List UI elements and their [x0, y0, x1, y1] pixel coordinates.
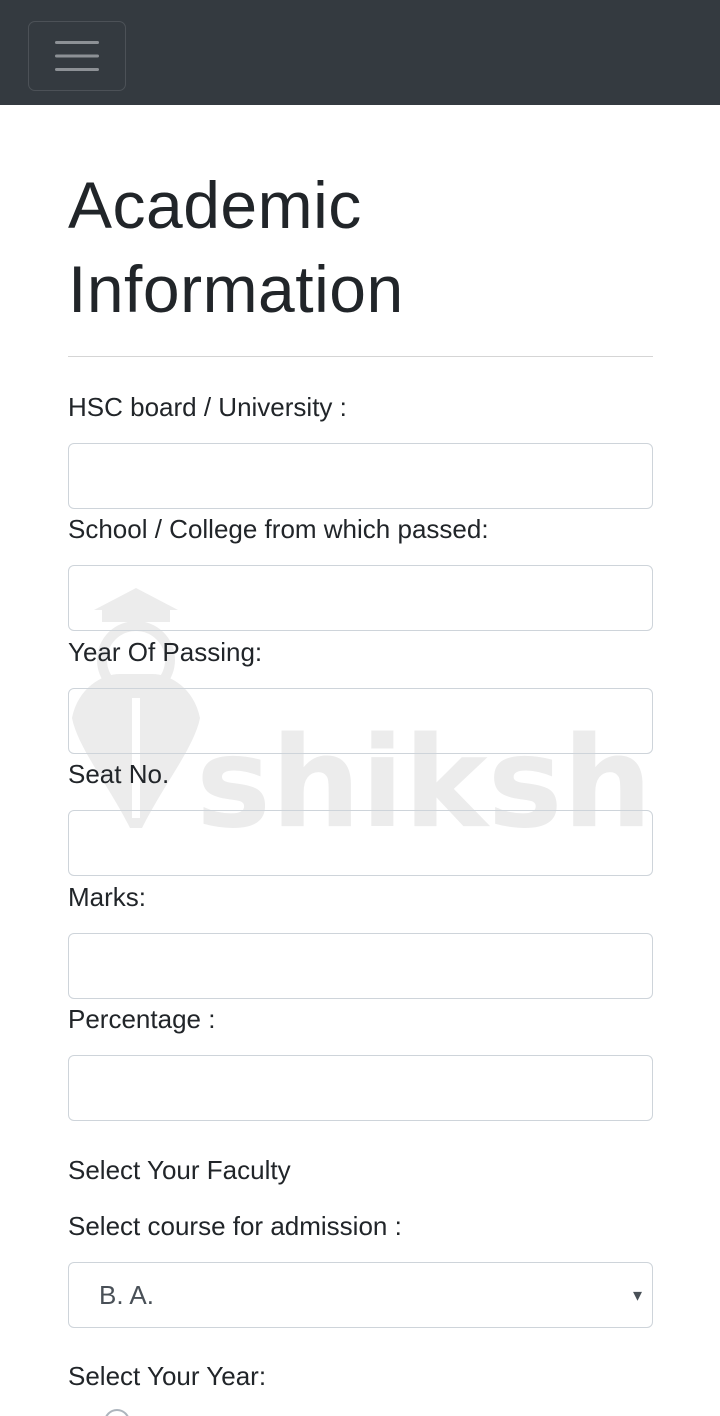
course-select[interactable]: B. A. ▾	[68, 1262, 653, 1328]
course-select-value: B. A.	[99, 1279, 154, 1310]
caret-down-icon: ▾	[632, 1285, 642, 1305]
percentage-input[interactable]	[68, 1055, 653, 1121]
percentage-label: Percentage :	[68, 1004, 216, 1034]
hamburger-menu-icon	[55, 41, 99, 71]
seat-no-label: Seat No.	[68, 759, 170, 789]
top-navbar	[0, 0, 720, 105]
year-of-passing-label: Year Of Passing:	[68, 637, 263, 667]
school-college-input[interactable]	[68, 565, 653, 631]
marks-input[interactable]	[68, 933, 653, 999]
marks-label: Marks:	[68, 882, 146, 912]
hsc-board-input[interactable]	[68, 443, 653, 509]
year-label: Select Your Year:	[68, 1361, 267, 1391]
course-label: Select course for admission :	[68, 1211, 402, 1241]
menu-toggle-button[interactable]	[28, 21, 126, 91]
hsc-board-label: HSC board / University :	[68, 392, 347, 422]
title-divider	[68, 356, 653, 357]
year-of-passing-input[interactable]	[68, 688, 653, 754]
faculty-label: Select Your Faculty	[68, 1155, 291, 1185]
year-radio-option[interactable]	[104, 1409, 130, 1416]
school-college-label: School / College from which passed:	[68, 514, 489, 544]
page-title: Academic Information	[68, 168, 404, 326]
seat-no-input[interactable]	[68, 810, 653, 876]
